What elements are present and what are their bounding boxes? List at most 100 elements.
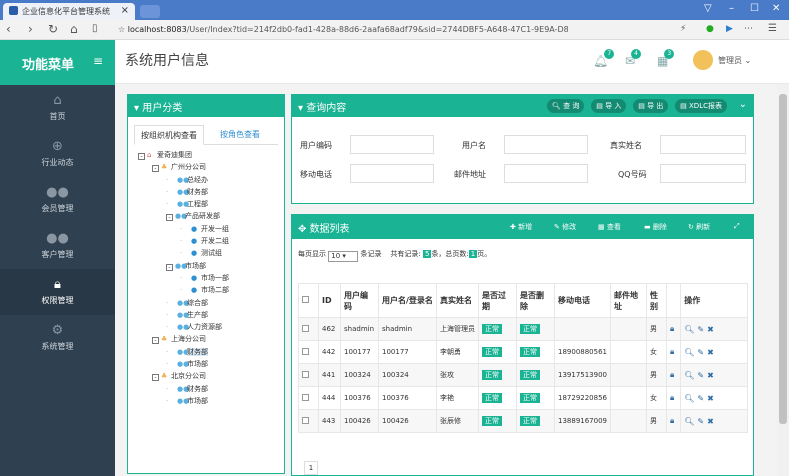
tree-node[interactable]: - ●●市场部 xyxy=(138,260,284,272)
tree-node[interactable]: · ● 市场二部 xyxy=(138,284,284,296)
scrollbar[interactable] xyxy=(777,84,789,476)
edit-icon[interactable]: ✎ xyxy=(697,325,707,334)
lock-icon[interactable]: 🔒︎ xyxy=(670,324,677,333)
lock-icon[interactable]: 🔒︎ xyxy=(670,347,677,356)
sidebar-item-members[interactable]: ●● 会员管理 xyxy=(0,177,115,223)
reader-icon[interactable]: ▯ xyxy=(92,23,98,34)
tree-node[interactable]: · ● 开发二组 xyxy=(138,235,284,247)
tree-node[interactable]: · ●●市场部 xyxy=(138,358,284,370)
lock-icon[interactable]: 🔒︎ xyxy=(670,393,677,402)
extension-icon[interactable]: ⚡ xyxy=(680,24,686,34)
close-window-icon[interactable]: ✕ xyxy=(772,3,780,14)
collapse-toggle-icon[interactable]: - xyxy=(152,374,159,382)
delete-icon[interactable]: ✖ xyxy=(707,325,717,334)
mail-icon[interactable]: ✉ 4 xyxy=(625,49,642,68)
row-checkbox[interactable] xyxy=(302,324,309,332)
more-icon[interactable]: ⋯ xyxy=(744,24,753,34)
row-checkbox[interactable] xyxy=(302,393,309,401)
collapse-toggle-icon[interactable]: - xyxy=(152,337,159,345)
cell-lock[interactable]: 🔒︎ xyxy=(665,317,682,341)
col-gender[interactable]: 性别 xyxy=(646,283,667,318)
cell-lock[interactable]: 🔒︎ xyxy=(665,409,682,433)
row-select-cell[interactable] xyxy=(298,340,319,364)
url-field[interactable]: ☆ localhost:8083/User/Index?tid=214f2db0… xyxy=(118,22,568,38)
tree-node[interactable]: · ● 市场一部 xyxy=(138,272,284,284)
collapse-icon[interactable]: ⌄ xyxy=(739,99,747,110)
sidebar-item-news[interactable]: ⊕ 行业动态 xyxy=(0,131,115,177)
tree-node[interactable]: · ●●总经办 xyxy=(138,174,284,186)
col-user-code[interactable]: 用户编码 xyxy=(340,283,379,318)
bell-icon[interactable]: 🔔︎ 7 xyxy=(593,49,615,68)
wechat-icon[interactable]: ● xyxy=(706,24,714,34)
sidebar-item-permissions[interactable]: 🔒︎ 权限管理 xyxy=(0,269,115,315)
table-row[interactable]: 441 100324 100324 张攻 正常 正常 13917513900 男 🔒︎ 🔍︎✎✖ xyxy=(298,363,748,387)
menu-toggle-icon[interactable]: ≡ xyxy=(93,54,103,68)
mobile-input[interactable] xyxy=(350,164,434,183)
tree-node[interactable]: · ●●综合部 xyxy=(138,297,284,309)
sidebar-item-system[interactable]: ⚙ 系统管理 xyxy=(0,315,115,361)
add-button[interactable]: ✚ 新增 xyxy=(510,222,532,232)
home-icon[interactable]: ⌂ xyxy=(70,22,78,36)
col-mobile[interactable]: 移动电话 xyxy=(554,283,611,318)
delete-icon[interactable]: ✖ xyxy=(707,394,717,403)
tree-node[interactable]: · ● 测试组 xyxy=(138,247,284,259)
row-select-cell[interactable] xyxy=(298,386,319,410)
delete-icon[interactable]: ✖ xyxy=(707,348,717,357)
browser-tab[interactable]: 企业信息化平台管理系统 × xyxy=(3,3,135,20)
import-button[interactable]: ▤ 导 入 xyxy=(591,99,627,113)
collapse-toggle-icon[interactable]: - xyxy=(138,153,145,160)
back-icon[interactable]: ‹ xyxy=(6,22,11,36)
search-button[interactable]: 🔍︎ 查 询 xyxy=(547,99,585,113)
forward-icon[interactable]: › xyxy=(28,22,33,36)
minimize-icon[interactable]: – xyxy=(729,3,734,14)
tree-node[interactable]: · ● 开发一组 xyxy=(138,223,284,235)
play-icon[interactable]: ▶ xyxy=(726,24,733,34)
close-tab-icon[interactable]: × xyxy=(121,5,129,16)
col-login-name[interactable]: 用户名/登录名 xyxy=(378,283,437,318)
reload-icon[interactable]: ↻ xyxy=(48,22,58,36)
edit-icon[interactable]: ✎ xyxy=(697,417,707,426)
task-icon[interactable]: ▦ 3 xyxy=(657,49,675,68)
tab-by-role[interactable]: 按角色查看 xyxy=(214,125,266,145)
edit-button[interactable]: ✎ 修改 xyxy=(554,222,576,232)
edit-icon[interactable]: ✎ xyxy=(697,371,707,380)
delete-icon[interactable]: ✖ xyxy=(707,371,717,380)
table-row[interactable]: 443 100426 100426 张辰修 正常 正常 13889167009 男 🔒︎ 🔍︎✎✖ xyxy=(298,409,748,433)
collapse-toggle-icon[interactable]: - xyxy=(152,165,159,173)
sidebar-item-customers[interactable]: ●● 客户管理 xyxy=(0,223,115,269)
edit-icon[interactable]: ✎ xyxy=(697,348,707,357)
report-button[interactable]: ▤ XDLC报表 xyxy=(675,99,727,113)
view-icon[interactable]: 🔍︎ xyxy=(684,348,697,357)
tree-node[interactable]: - ♣ 北京分公司 xyxy=(138,370,284,382)
lock-icon[interactable]: 🔒︎ xyxy=(670,416,677,425)
col-id[interactable]: ID xyxy=(318,283,341,318)
row-checkbox[interactable] xyxy=(302,347,309,355)
page-size-select[interactable]: 10 ▾ xyxy=(328,251,359,262)
tab-by-organization[interactable]: 按组织机构查看 xyxy=(134,125,204,145)
table-row[interactable]: 462 shadmin shadmin 上海管理员 正常 正常男 🔒︎ 🔍︎✎✖ xyxy=(298,317,748,341)
table-row[interactable]: 442 100177 100177 李朝勇 正常 正常 18900880561 女 🔒︎ 🔍︎✎✖ xyxy=(298,340,748,364)
avatar[interactable] xyxy=(693,50,713,70)
cell-lock[interactable]: 🔒︎ xyxy=(665,386,682,410)
view-button[interactable]: ▦ 查看 xyxy=(598,222,621,232)
browser-menu-icon[interactable]: ☰ xyxy=(768,23,777,34)
scrollbar-thumb[interactable] xyxy=(779,94,787,424)
window-menu-icon[interactable]: ▽ xyxy=(704,3,712,14)
delete-icon[interactable]: ✖ xyxy=(707,417,717,426)
lock-icon[interactable]: 🔒︎ xyxy=(670,370,677,379)
col-deleted[interactable]: 是否删除 xyxy=(516,283,555,318)
row-checkbox[interactable] xyxy=(302,416,309,424)
view-icon[interactable]: 🔍︎ xyxy=(684,394,697,403)
fullscreen-icon[interactable]: ⤢ xyxy=(734,222,740,231)
new-tab-button[interactable] xyxy=(140,5,160,18)
table-row[interactable]: 444 100376 100376 李艳 正常 正常 18729220856 女 🔒︎ 🔍︎✎✖ xyxy=(298,386,748,410)
col-email[interactable]: 邮件地址 xyxy=(610,283,647,318)
maximize-icon[interactable]: ☐ xyxy=(750,3,759,14)
tree-node[interactable]: · ●●人力资源部 xyxy=(138,321,284,333)
export-button[interactable]: ▤ 导 出 xyxy=(633,99,669,113)
view-icon[interactable]: 🔍︎ xyxy=(684,325,697,334)
tree-node[interactable]: · ●●财务部 xyxy=(138,186,284,198)
tree-node[interactable]: - ♣ 上海分公司 xyxy=(138,333,284,345)
user-menu[interactable]: 管理员 ⌄ xyxy=(718,55,751,66)
row-select-cell[interactable] xyxy=(298,317,319,341)
